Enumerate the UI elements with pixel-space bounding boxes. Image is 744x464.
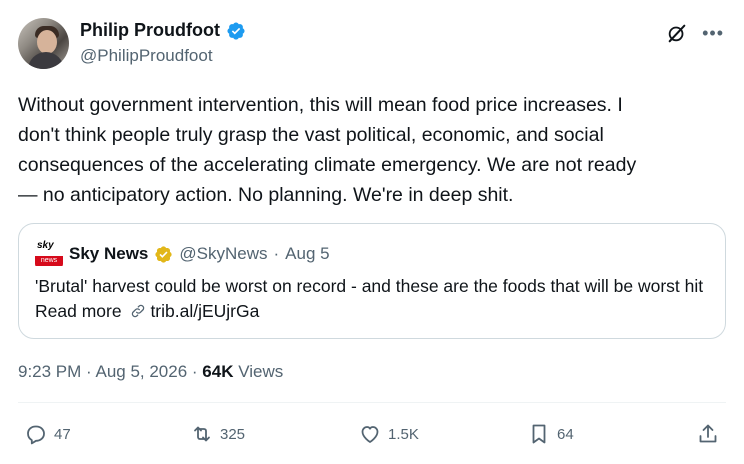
author-display-name[interactable]: Philip Proudfoot bbox=[80, 20, 220, 41]
sky-news-logo[interactable]: sky news bbox=[35, 240, 63, 268]
reply-button[interactable]: 47 bbox=[24, 422, 71, 446]
author-handle[interactable]: @PhilipProudfoot bbox=[80, 46, 213, 66]
bookmark-button[interactable]: 64 bbox=[527, 422, 574, 446]
gold-verified-badge-icon bbox=[155, 245, 173, 263]
bookmark-icon bbox=[532, 424, 546, 444]
like-count: 1.5K bbox=[388, 425, 419, 443]
tweet-date[interactable]: Aug 5, 2026 bbox=[95, 362, 187, 381]
quoted-tweet-header: sky news Sky News @SkyNews · Aug 5 bbox=[35, 240, 330, 268]
quoted-tweet-card[interactable]: sky news Sky News @SkyNews · Aug 5 'Brut… bbox=[18, 223, 726, 339]
author-name-row: Philip Proudfoot bbox=[80, 20, 246, 41]
meta-separator: · bbox=[187, 362, 203, 381]
news-logo-text: news bbox=[35, 256, 63, 266]
views-count[interactable]: 64K bbox=[202, 362, 233, 381]
like-button[interactable]: 1.5K bbox=[358, 422, 419, 446]
quoted-link[interactable]: trib.al/jEUjrGa bbox=[150, 301, 259, 321]
top-actions: ••• bbox=[666, 22, 724, 44]
repost-icon bbox=[194, 426, 210, 442]
reply-icon bbox=[27, 425, 45, 445]
tweet-time[interactable]: 9:23 PM bbox=[18, 362, 81, 381]
tweet-text: Without government intervention, this wi… bbox=[18, 94, 637, 206]
avatar-body bbox=[28, 52, 64, 69]
author-avatar[interactable] bbox=[18, 18, 69, 69]
repost-count: 325 bbox=[220, 425, 246, 443]
reply-count: 47 bbox=[54, 425, 71, 443]
avatar-face bbox=[37, 30, 57, 54]
quoted-date[interactable]: Aug 5 bbox=[285, 244, 329, 264]
share-icon bbox=[699, 424, 717, 443]
more-icon[interactable]: ••• bbox=[702, 24, 724, 42]
quoted-tweet-text: 'Brutal' harvest could be worst on recor… bbox=[35, 274, 715, 324]
share-button[interactable] bbox=[696, 422, 720, 446]
meta-separator: · bbox=[81, 362, 96, 381]
bookmark-count: 64 bbox=[557, 425, 574, 443]
tweet-meta-line: 9:23 PM · Aug 5, 2026 · 64K Views bbox=[18, 362, 283, 382]
quoted-author-handle[interactable]: @SkyNews bbox=[179, 244, 267, 264]
sky-logo-text: sky bbox=[37, 240, 54, 251]
verified-badge-icon bbox=[227, 21, 245, 40]
quoted-author-name[interactable]: Sky News bbox=[69, 244, 148, 264]
views-label: Views bbox=[233, 362, 284, 381]
repost-button[interactable]: 325 bbox=[190, 422, 245, 446]
divider bbox=[18, 402, 726, 403]
grok-icon[interactable] bbox=[666, 22, 688, 44]
link-icon bbox=[132, 304, 145, 318]
quoted-meta-separator: · bbox=[273, 244, 280, 263]
heart-icon bbox=[361, 426, 379, 443]
